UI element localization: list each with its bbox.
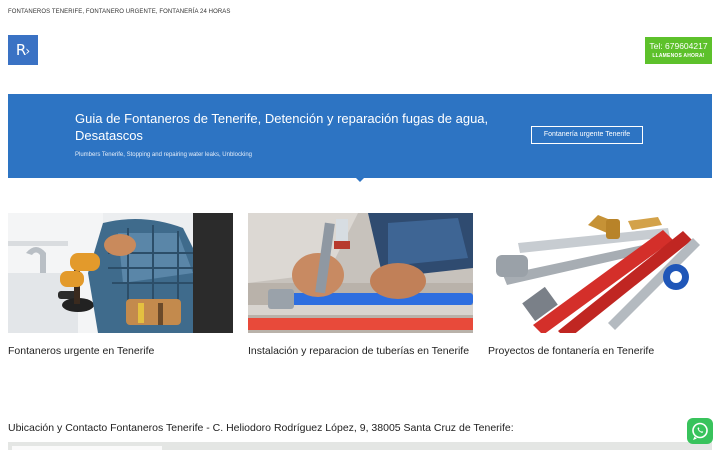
hero-title: Guia de Fontaneros de Tenerife, Detenció… bbox=[75, 111, 489, 143]
chevron-right-icon: › bbox=[25, 44, 31, 58]
call-now-button[interactable]: Tel: 679604217 LLAMENOS AHORA! bbox=[645, 37, 712, 64]
card-urgent-plumbers: Fontaneros urgente en Tenerife bbox=[8, 213, 233, 359]
pipe-repair-photo[interactable] bbox=[248, 213, 473, 333]
card-title[interactable]: Fontaneros urgente en Tenerife bbox=[8, 344, 233, 359]
hero-subtitle: Plumbers Tenerife, Stopping and repairin… bbox=[75, 152, 252, 158]
site-logo[interactable]: R› bbox=[8, 35, 38, 65]
card-plumbing-projects: Proyectos de fontanería en Tenerife bbox=[488, 213, 713, 359]
plumber-photo[interactable] bbox=[8, 213, 233, 333]
map-info-box bbox=[12, 446, 162, 450]
hero-caret-icon bbox=[356, 178, 364, 182]
card-title[interactable]: Proyectos de fontanería en Tenerife bbox=[488, 344, 713, 359]
hero-cta-button[interactable]: Fontanería urgente Tenerife bbox=[531, 126, 643, 144]
wrenches-photo[interactable] bbox=[488, 213, 713, 333]
top-tagline: FONTANEROS TENERIFE, FONTANERO URGENTE, … bbox=[8, 9, 231, 15]
card-pipe-installation: Instalación y reparacion de tuberías en … bbox=[248, 213, 473, 359]
phone-number: Tel: 679604217 bbox=[649, 41, 708, 51]
card-title[interactable]: Instalación y reparacion de tuberías en … bbox=[248, 344, 473, 359]
whatsapp-icon bbox=[692, 422, 708, 440]
hero-banner: Guia de Fontaneros de Tenerife, Detenció… bbox=[8, 94, 712, 178]
map-embed[interactable] bbox=[8, 442, 712, 450]
call-now-label: LLAMENOS AHORA! bbox=[652, 53, 705, 59]
location-heading: Ubicación y Contacto Fontaneros Tenerife… bbox=[8, 422, 514, 434]
whatsapp-button[interactable] bbox=[687, 418, 713, 444]
